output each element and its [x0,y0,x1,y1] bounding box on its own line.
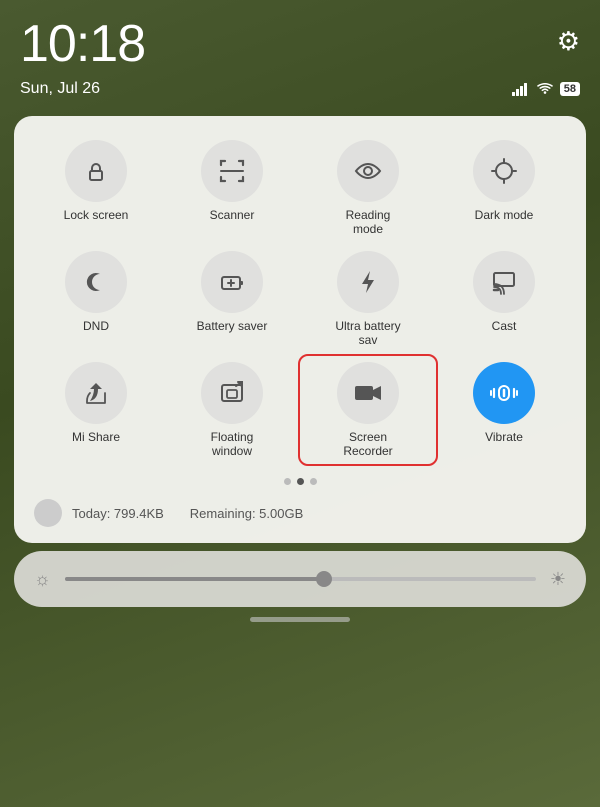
home-bar [250,617,350,622]
vibrate-icon-circle [473,362,535,424]
brightness-max-icon: ☀ [550,569,566,590]
dnd-label: DND [83,319,109,333]
video-camera-icon [353,381,383,405]
dnd-icon-circle [65,251,127,313]
dot-1[interactable] [284,478,291,485]
home-indicator[interactable] [0,617,600,622]
moon-icon [82,268,110,296]
date-display: Sun, Jul 26 [20,80,100,98]
cast-icon-circle [473,251,535,313]
dot-3[interactable] [310,478,317,485]
data-remaining: Remaining: 5.00GB [190,506,303,521]
qs-item-lock-screen[interactable]: Lock screen [30,136,162,241]
status-icons: 58 [512,82,580,96]
ultra-battery-label: Ultra battery sav [332,319,404,348]
data-usage-row: Today: 799.4KB Remaining: 5.00GB [30,497,570,529]
lock-screen-icon-circle [65,140,127,202]
bolt-icon [355,268,381,296]
dark-mode-icon [490,157,518,185]
reading-mode-icon-circle [337,140,399,202]
qs-item-floating-window[interactable]: Floating window [166,358,298,463]
dark-mode-label: Dark mode [475,208,534,222]
signal-icon [512,82,530,96]
brightness-thumb[interactable] [316,571,332,587]
qs-item-ultra-battery[interactable]: Ultra battery sav [302,247,434,352]
floating-window-icon-circle [201,362,263,424]
battery-saver-icon-circle [201,251,263,313]
mi-share-label: Mi Share [72,430,120,444]
lock-icon [82,157,110,185]
scanner-icon [217,157,247,185]
scanner-label: Scanner [210,208,255,222]
qs-item-screen-recorder[interactable]: Screen Recorder [302,358,434,463]
qs-item-reading-mode[interactable]: Reading mode [302,136,434,241]
mi-share-icon-circle [65,362,127,424]
ultra-battery-icon-circle [337,251,399,313]
date-row: Sun, Jul 26 58 [0,78,600,108]
mi-share-icon [82,379,110,407]
brightness-min-icon: ☼ [34,569,51,590]
lock-screen-label: Lock screen [64,208,129,222]
quick-settings-panel: Lock screen Scanner [14,116,586,543]
gear-icon[interactable]: ⚙ [557,26,580,57]
battery-badge: 58 [560,82,580,96]
dark-mode-icon-circle [473,140,535,202]
qs-item-battery-saver[interactable]: Battery saver [166,247,298,352]
reading-mode-label: Reading mode [332,208,404,237]
data-today: Today: 799.4KB [72,506,164,521]
status-bar: 10:18 ⚙ [0,0,600,78]
cast-label: Cast [492,319,517,333]
screen-recorder-icon-circle [337,362,399,424]
scanner-icon-circle [201,140,263,202]
qs-item-cast[interactable]: Cast [438,247,570,352]
screen-recorder-label: Screen Recorder [332,430,404,459]
qs-item-vibrate[interactable]: Vibrate [438,358,570,463]
floating-icon [218,379,246,407]
battery-plus-icon [218,268,246,296]
cast-icon [490,269,518,295]
quick-settings-grid: Lock screen Scanner [30,136,570,462]
vibrate-icon [490,379,518,407]
time-display: 10:18 [20,18,145,70]
battery-saver-label: Battery saver [197,319,268,333]
data-circle-icon [34,499,62,527]
brightness-bar[interactable]: ☼ ☀ [14,551,586,607]
wifi-icon [536,82,554,96]
brightness-fill [65,577,324,581]
dot-2[interactable] [297,478,304,485]
qs-item-dark-mode[interactable]: Dark mode [438,136,570,241]
eye-icon [353,159,383,183]
floating-window-label: Floating window [196,430,268,459]
vibrate-label: Vibrate [485,430,523,444]
qs-item-mi-share[interactable]: Mi Share [30,358,162,463]
brightness-track[interactable] [65,577,536,581]
page-dots [30,478,570,485]
qs-item-dnd[interactable]: DND [30,247,162,352]
qs-item-scanner[interactable]: Scanner [166,136,298,241]
